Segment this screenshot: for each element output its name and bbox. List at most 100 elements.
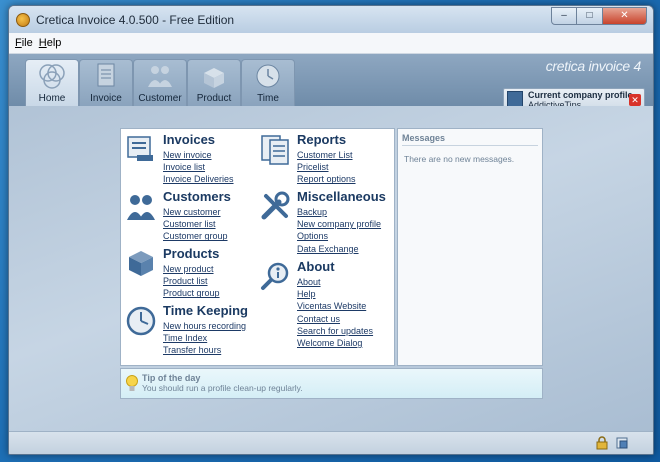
menu-file-rest: ile: [21, 37, 33, 49]
time-keeping-title: Time Keeping: [163, 303, 249, 318]
menu-help-rest: elp: [46, 37, 62, 49]
section-customers: Customers New customer Customer list Cus…: [125, 190, 231, 243]
link-welcome-dialog[interactable]: Welcome Dialog: [297, 337, 373, 349]
tab-time-label: Time: [257, 93, 279, 104]
title-bar[interactable]: Cretica Invoice 4.0.500 - Free Edition ‒…: [9, 6, 653, 33]
link-new-invoice[interactable]: New invoice: [163, 149, 234, 161]
customers-links: Customers New customer Customer list Cus…: [163, 190, 231, 243]
link-report-options[interactable]: Report options: [297, 173, 356, 185]
link-vicentas-website[interactable]: Vicentas Website: [297, 300, 373, 312]
link-search-updates[interactable]: Search for updates: [297, 325, 373, 337]
database-icon[interactable]: [615, 436, 629, 450]
messages-title: Messages: [402, 133, 538, 146]
lock-icon[interactable]: [595, 436, 609, 450]
reports-title: Reports: [297, 132, 347, 147]
menu-help-accel: H: [38, 37, 47, 49]
tab-customer[interactable]: Customer: [133, 59, 187, 106]
section-products: Products New product Product list Produc…: [125, 247, 220, 300]
link-customer-group[interactable]: Customer group: [163, 230, 231, 242]
window-controls: ‒ □ ✕: [551, 7, 647, 25]
dashboard-panel: Invoices New invoice Invoice list Invoic…: [120, 128, 395, 366]
tab-invoice[interactable]: Invoice: [79, 59, 133, 106]
link-new-product[interactable]: New product: [163, 263, 220, 275]
invoices-title: Invoices: [163, 132, 216, 147]
invoices-links: Invoices New invoice Invoice list Invoic…: [163, 133, 234, 186]
ribbon: cretica invoice 4 Home Invoice Customer …: [9, 54, 653, 112]
link-invoice-list[interactable]: Invoice list: [163, 161, 234, 173]
reports-icon: [261, 135, 289, 165]
link-product-list[interactable]: Product list: [163, 275, 220, 287]
about-title: About: [297, 259, 335, 274]
close-button[interactable]: ✕: [603, 7, 647, 25]
about-links: About About Help Vicentas Website Contac…: [297, 260, 373, 349]
home-icon: [39, 64, 65, 89]
link-backup[interactable]: Backup: [297, 206, 386, 218]
ribbon-tabs: Home Invoice Customer Product Time: [25, 59, 295, 106]
maximize-button[interactable]: □: [577, 7, 603, 25]
link-help[interactable]: Help: [297, 288, 373, 300]
link-new-hours-recording[interactable]: New hours recording: [163, 320, 248, 332]
customers-icon: [127, 195, 155, 220]
section-about: About About Help Vicentas Website Contac…: [259, 260, 373, 349]
tip-body: You should run a profile clean-up regula…: [142, 383, 303, 393]
reports-links: Reports Customer List Pricelist Report o…: [297, 133, 356, 186]
time-keeping-icon: [126, 306, 156, 336]
tab-product-label: Product: [196, 93, 232, 104]
app-window: Cretica Invoice 4.0.500 - Free Edition ‒…: [8, 5, 654, 455]
status-bar: [9, 431, 653, 454]
menu-file-accel: F: [15, 37, 22, 49]
window-title: Cretica Invoice 4.0.500 - Free Edition: [36, 12, 235, 27]
invoices-icon: [127, 136, 153, 161]
link-about[interactable]: About: [297, 276, 373, 288]
link-transfer-hours[interactable]: Transfer hours: [163, 344, 248, 356]
messages-panel: Messages There are no new messages.: [397, 128, 543, 366]
minimize-button[interactable]: ‒: [551, 7, 577, 25]
tab-customer-label: Customer: [138, 93, 182, 104]
tab-time[interactable]: Time: [241, 59, 295, 106]
link-contact-us[interactable]: Contact us: [297, 313, 373, 325]
tip-text: Tip of the day You should run a profile …: [142, 373, 303, 393]
tab-invoice-label: Invoice: [90, 93, 122, 104]
lightbulb-icon: [126, 375, 138, 391]
product-icon: [204, 68, 224, 88]
link-customer-list[interactable]: Customer list: [163, 218, 231, 230]
link-data-exchange[interactable]: Data Exchange: [297, 243, 386, 255]
section-reports: Reports Customer List Pricelist Report o…: [259, 133, 356, 186]
tab-product[interactable]: Product: [187, 59, 241, 106]
link-options[interactable]: Options: [297, 230, 386, 242]
misc-title: Miscellaneous: [297, 189, 386, 204]
tip-title: Tip of the day: [142, 373, 201, 383]
about-magnifier-icon: [261, 262, 289, 290]
profile-close-icon[interactable]: ✕: [629, 94, 641, 106]
link-invoice-deliveries[interactable]: Invoice Deliveries: [163, 173, 234, 185]
section-miscellaneous: Miscellaneous Backup New company profile…: [259, 190, 386, 255]
link-new-customer[interactable]: New customer: [163, 206, 231, 218]
misc-links: Miscellaneous Backup New company profile…: [297, 190, 386, 255]
menu-help[interactable]: Help: [39, 37, 62, 49]
products-title: Products: [163, 246, 220, 261]
link-new-company-profile[interactable]: New company profile: [297, 218, 386, 230]
link-customer-list-report[interactable]: Customer List: [297, 149, 356, 161]
menu-file[interactable]: File: [15, 37, 33, 49]
products-links: Products New product Product list Produc…: [163, 247, 220, 300]
tip-of-the-day-panel: Tip of the day You should run a profile …: [120, 368, 543, 399]
invoice-icon: [97, 63, 115, 87]
messages-empty-text: There are no new messages.: [404, 154, 515, 164]
customers-title: Customers: [163, 189, 231, 204]
clock-icon: [256, 64, 280, 88]
tab-home-label: Home: [38, 93, 66, 104]
link-time-index[interactable]: Time Index: [163, 332, 248, 344]
tab-home[interactable]: Home: [25, 59, 79, 106]
customer-icon: [148, 66, 172, 87]
tools-icon: [261, 191, 290, 220]
section-invoices: Invoices New invoice Invoice list Invoic…: [125, 133, 234, 186]
section-time-keeping: Time Keeping New hours recording Time In…: [125, 304, 248, 357]
app-icon[interactable]: [16, 12, 30, 27]
link-product-group[interactable]: Product group: [163, 287, 220, 299]
products-icon: [129, 251, 153, 276]
workspace: Invoices New invoice Invoice list Invoic…: [9, 106, 653, 433]
brand-logo: cretica invoice 4: [545, 58, 642, 74]
menu-bar: File Help: [9, 33, 653, 54]
company-profile-title: Current company profile: [528, 90, 633, 100]
link-pricelist[interactable]: Pricelist: [297, 161, 356, 173]
